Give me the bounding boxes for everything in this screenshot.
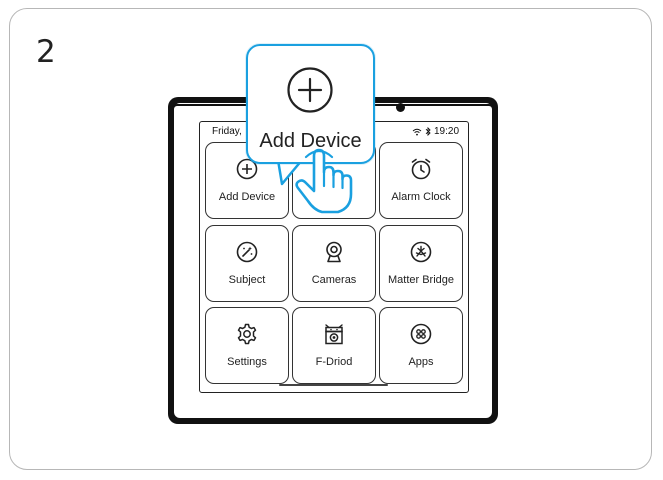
alarm-clock-icon bbox=[411, 158, 431, 180]
tile-label: Add Device bbox=[218, 191, 276, 203]
tile-matter-bridge[interactable]: Matter Bridge bbox=[379, 225, 463, 302]
tile-label: Settings bbox=[227, 356, 267, 368]
tile-apps[interactable]: Apps bbox=[379, 307, 463, 384]
tile-cameras[interactable]: Cameras bbox=[292, 225, 376, 302]
tile-settings[interactable]: Settings bbox=[205, 307, 289, 384]
magic-wand-icon bbox=[236, 241, 258, 263]
f-droid-icon bbox=[325, 324, 343, 345]
tile-label: Subject bbox=[228, 274, 266, 286]
front-camera-dot bbox=[396, 103, 405, 112]
tap-hand-icon bbox=[295, 148, 353, 214]
wifi-icon bbox=[412, 128, 422, 135]
plus-circle-icon bbox=[287, 67, 333, 113]
tile-label: Matter Bridge bbox=[387, 274, 455, 286]
tile-label: Cameras bbox=[311, 274, 357, 286]
apps-grid-icon bbox=[410, 323, 432, 345]
status-indicators: 19:20 bbox=[412, 126, 459, 137]
home-indicator-bar[interactable] bbox=[279, 384, 388, 386]
tile-label: Apps bbox=[408, 356, 434, 368]
status-date: Friday, bbox=[212, 126, 242, 137]
tile-label: Alarm Clock bbox=[391, 191, 451, 203]
bluetooth-icon bbox=[425, 127, 431, 136]
matter-bridge-icon bbox=[410, 241, 432, 263]
camera-icon bbox=[326, 241, 342, 263]
status-time: 19:20 bbox=[434, 126, 460, 137]
tile-subject[interactable]: Subject bbox=[205, 225, 289, 302]
step-number: 2 bbox=[36, 34, 56, 70]
tile-alarm-clock[interactable]: Alarm Clock bbox=[379, 142, 463, 219]
tile-f-droid[interactable]: F-Driod bbox=[292, 307, 376, 384]
tile-label: F-Driod bbox=[315, 356, 353, 368]
settings-gear-icon bbox=[237, 323, 257, 345]
